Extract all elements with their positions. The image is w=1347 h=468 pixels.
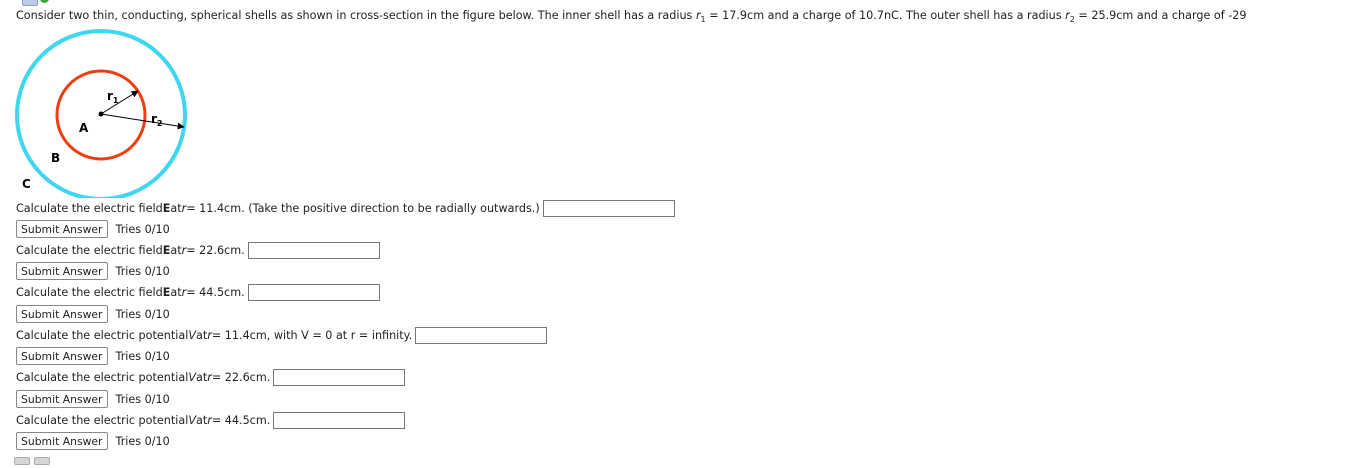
question-symbol: E [162, 244, 171, 257]
submit-answer-button[interactable]: Submit Answer [16, 220, 108, 238]
intro-part-2: = 17.9cm and a charge of 10.7nC. The out… [705, 9, 1066, 22]
question-text: = 22.6cm. [186, 244, 245, 257]
question-text: = 11.4cm, with V = 0 at r = infinity. [211, 329, 413, 342]
tries-counter: Tries 0/10 [115, 307, 170, 321]
submit-row-3: Submit Answer Tries 0/10 [16, 305, 170, 323]
submit-row-6: Submit Answer Tries 0/10 [16, 432, 170, 450]
question-symbol: V [188, 371, 196, 384]
answer-input[interactable] [247, 242, 380, 259]
question-text: at [170, 286, 182, 299]
submit-answer-button[interactable]: Submit Answer [16, 262, 108, 280]
intro-part-1: Consider two thin, conducting, spherical… [16, 9, 696, 22]
question-6: Calculate the electric potential V at r … [16, 412, 406, 429]
question-text: = 44.5cm. [186, 286, 245, 299]
question-4: Calculate the electric potential V at r … [16, 327, 548, 344]
intro-part-3: = 25.9cm and a charge of -29 [1074, 9, 1247, 22]
question-text: Calculate the electric field [16, 244, 163, 257]
submit-answer-button[interactable]: Submit Answer [16, 305, 108, 323]
submit-row-1: Submit Answer Tries 0/10 [16, 220, 170, 238]
question-text: Calculate the electric potential [16, 371, 189, 384]
submit-answer-button[interactable]: Submit Answer [16, 390, 108, 408]
tries-counter: Tries 0/10 [115, 434, 170, 448]
question-3: Calculate the electric field E at r = 44… [16, 284, 380, 301]
bottom-toolbar [14, 455, 54, 465]
nav-forward-icon[interactable] [34, 457, 50, 465]
help-icon[interactable] [22, 0, 38, 6]
problem-statement: Consider two thin, conducting, spherical… [16, 9, 1247, 24]
question-5: Calculate the electric potential V at r … [16, 369, 406, 386]
question-symbol: V [188, 414, 196, 427]
answer-input[interactable] [273, 412, 406, 429]
tries-counter: Tries 0/10 [115, 222, 170, 236]
tries-counter: Tries 0/10 [115, 349, 170, 363]
toolbar-icons [22, 0, 62, 6]
question-1: Calculate the electric field E at r = 11… [16, 200, 675, 217]
question-text: at [170, 244, 182, 257]
status-dot-icon [40, 0, 49, 3]
r2-label: r2 [151, 112, 163, 128]
nav-back-icon[interactable] [14, 457, 30, 465]
answer-input[interactable] [247, 284, 380, 301]
question-text: at [195, 329, 208, 342]
submit-row-2: Submit Answer Tries 0/10 [16, 262, 170, 280]
question-symbol: E [162, 202, 171, 215]
tries-counter: Tries 0/10 [115, 264, 170, 278]
spherical-shells-figure: r1 r2 A B C [15, 29, 187, 198]
question-text: Calculate the electric potential [16, 414, 189, 427]
question-text: Calculate the electric potential [16, 329, 189, 342]
question-symbol: E [162, 286, 171, 299]
question-text: Calculate the electric field [16, 286, 163, 299]
answer-input[interactable] [542, 200, 675, 217]
question-text: = 44.5cm. [211, 414, 271, 427]
question-text: Calculate the electric field [16, 202, 163, 215]
question-text: = 11.4cm. (Take the positive direction t… [186, 202, 540, 215]
submit-answer-button[interactable]: Submit Answer [16, 347, 108, 365]
submit-answer-button[interactable]: Submit Answer [16, 432, 108, 450]
question-symbol: V [188, 329, 196, 342]
submit-row-4: Submit Answer Tries 0/10 [16, 347, 170, 365]
question-text: at [195, 371, 208, 384]
region-b-label: B [51, 151, 60, 165]
answer-input[interactable] [273, 369, 406, 386]
region-a-label: A [79, 121, 89, 135]
question-text: = 22.6cm. [211, 371, 271, 384]
tries-counter: Tries 0/10 [115, 392, 170, 406]
answer-input[interactable] [415, 327, 548, 344]
region-c-label: C [22, 177, 31, 191]
question-2: Calculate the electric field E at r = 22… [16, 242, 380, 259]
r1-label: r1 [107, 89, 119, 105]
submit-row-5: Submit Answer Tries 0/10 [16, 390, 170, 408]
question-text: at [170, 202, 182, 215]
question-text: at [195, 414, 208, 427]
